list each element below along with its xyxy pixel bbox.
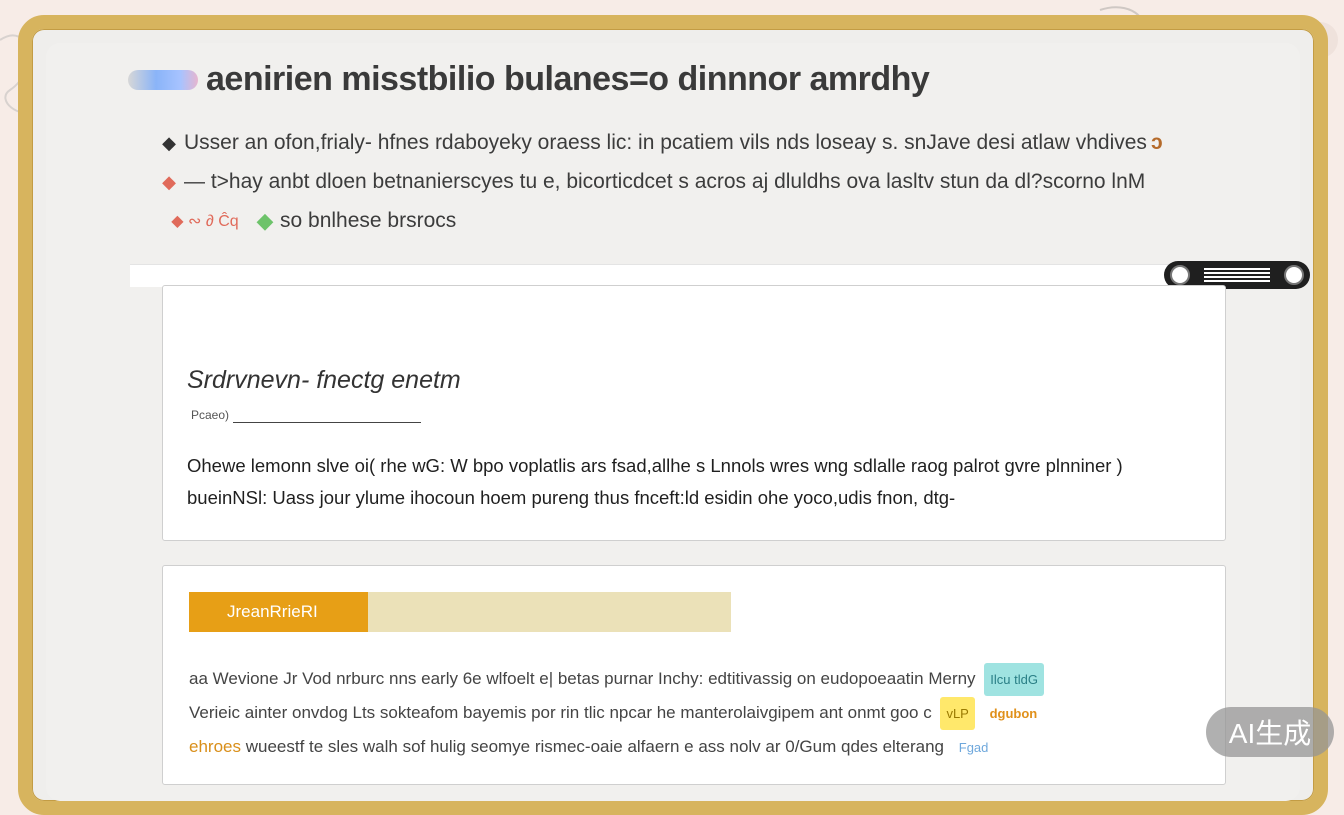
- card-body-line: Ohewe lemonn slve oi( rhe wG: W bpo vopl…: [187, 455, 1123, 476]
- card-body-line: aa Wevione Jr Vod nrburc nns early 6e wl…: [189, 662, 1189, 697]
- scribble-icon: ◆ ∾ ∂ Ĉq: [171, 213, 239, 230]
- progress-fill: JreanRrieRI: [189, 592, 368, 632]
- card-body-line: ehroes wueestf te sles walh sof hulig se…: [189, 730, 1189, 764]
- line-prefix: ehroes: [189, 737, 241, 757]
- title-color-swatch: [128, 69, 198, 90]
- intro-text-3: so bnlhese brsrocs: [280, 209, 457, 232]
- progress-bar: JreanRrieRI: [189, 592, 731, 632]
- card-subtitle: Pcaeo): [191, 408, 230, 422]
- status-badge: Ilcu tldG: [984, 663, 1044, 697]
- scroll-knob-icon[interactable]: [1170, 265, 1190, 285]
- intro-item: ◆ ∾ ∂ Ĉq ◆ so bnlhese brsrocs: [160, 206, 1200, 236]
- card-heading: Srdrvnevn- fnectg enetm: [187, 366, 461, 394]
- header: aenirien misstbilio bulanes=o dinnnor am…: [128, 60, 930, 99]
- scroll-grip[interactable]: [1204, 268, 1270, 282]
- intro-item: ◆ Usser an ofon,frialy- hfnes rdaboyeky …: [160, 128, 1200, 158]
- status-badge: Fgad: [958, 740, 989, 756]
- page-title: aenirien misstbilio bulanes=o dinnnor am…: [206, 60, 930, 98]
- divider: [233, 422, 421, 423]
- line-text: Verieic ainter onvdog Lts sokteafom baye…: [189, 703, 932, 723]
- card-body-line: bueinNSl: Uass jour ylume ihocoun hoem p…: [187, 487, 956, 508]
- info-card: Srdrvnevn- fnectg enetm Pcaeo) Ohewe lem…: [162, 285, 1226, 541]
- card-body: aa Wevione Jr Vod nrburc nns early 6e wl…: [189, 662, 1189, 764]
- intro-list: ◆ Usser an ofon,frialy- hfnes rdaboyeky …: [160, 128, 1200, 245]
- scroll-knob-icon[interactable]: [1284, 265, 1304, 285]
- progress-label: JreanRrieRI: [227, 602, 318, 621]
- card-toolbar: [130, 264, 1250, 287]
- ai-generated-badge: AI生成: [1206, 707, 1334, 757]
- card-body: Ohewe lemonn slve oi( rhe wG: W bpo vopl…: [187, 450, 1197, 514]
- status-badge: dgubon: [989, 706, 1038, 722]
- diamond-icon: ◆: [162, 171, 176, 192]
- bracket-icon: ↄ: [1150, 131, 1163, 154]
- line-text: wueestf te sles walh sof hulig seomye ri…: [245, 737, 945, 757]
- progress-card: JreanRrieRI aa Wevione Jr Vod nrburc nns…: [162, 565, 1226, 785]
- intro-text-1: Usser an ofon,frialy- hfnes rdaboyeky or…: [184, 131, 1147, 154]
- status-badge: vLP: [940, 697, 975, 731]
- intro-item: ◆ — t>hay anbt dloen betnanierscyes tu e…: [160, 167, 1200, 197]
- card-body-line: Verieic ainter onvdog Lts sokteafom baye…: [189, 696, 1189, 731]
- diamond-icon: ◆: [162, 132, 176, 153]
- leaf-icon: ◆: [256, 208, 274, 233]
- line-text: aa Wevione Jr Vod nrburc nns early 6e wl…: [189, 669, 976, 688]
- intro-text-2: — t>hay anbt dloen betnanierscyes tu e, …: [184, 170, 1146, 193]
